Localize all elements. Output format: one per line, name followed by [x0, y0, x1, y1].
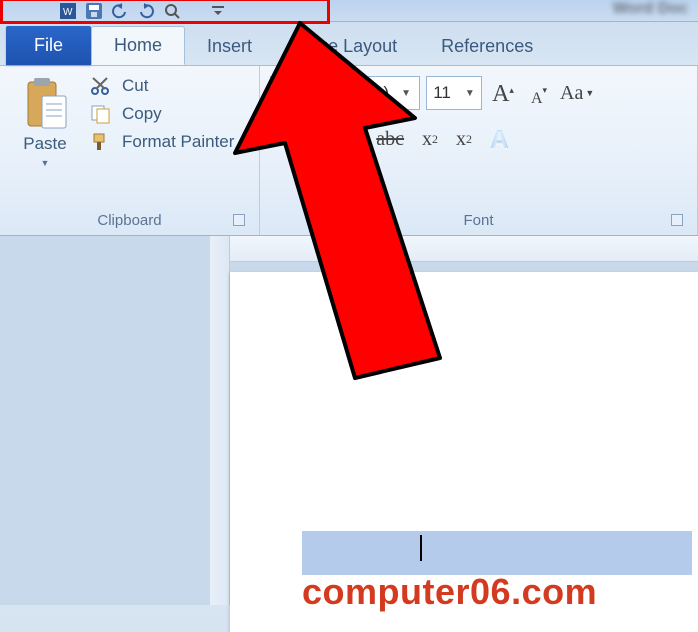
- font-size-value: 11: [433, 83, 451, 103]
- group-font: Body) ▼ 11 ▼ A▴ A▾ Aa▼ B I: [260, 66, 698, 235]
- font-size-select[interactable]: 11 ▼: [426, 76, 482, 110]
- ribbon: Paste ▼ Cut Copy: [0, 66, 698, 236]
- font-name-value: Body): [345, 83, 389, 103]
- horizontal-ruler: [230, 236, 698, 262]
- group-clipboard: Paste ▼ Cut Copy: [0, 66, 260, 235]
- vertical-ruler: [210, 236, 230, 605]
- chevron-down-icon[interactable]: ▼: [41, 158, 50, 168]
- cut-label: Cut: [122, 76, 148, 96]
- save-icon[interactable]: [86, 3, 102, 19]
- format-painter-label: Format Painter: [122, 132, 234, 152]
- group-label-font: Font: [270, 208, 687, 235]
- copy-label: Copy: [122, 104, 162, 124]
- paste-icon: [22, 76, 68, 130]
- word-icon: W: [60, 3, 76, 19]
- chevron-down-icon: ▼: [401, 88, 411, 99]
- superscript-button[interactable]: x2: [456, 128, 472, 151]
- bold-button[interactable]: B: [270, 126, 286, 153]
- format-painter-button[interactable]: Format Painter: [90, 132, 234, 152]
- tab-page-layout[interactable]: Page Layout: [274, 28, 419, 65]
- paste-label: Paste: [23, 134, 66, 154]
- watermark-text: computer06.com: [302, 571, 597, 613]
- copy-icon: [90, 104, 112, 124]
- tab-file[interactable]: File: [6, 26, 91, 65]
- text-cursor: [420, 535, 422, 561]
- copy-button[interactable]: Copy: [90, 104, 234, 124]
- ribbon-tabs: File Home Insert Page Layout References: [0, 22, 698, 66]
- customize-qat-icon[interactable]: [210, 3, 226, 19]
- subscript-button[interactable]: x2: [422, 128, 438, 151]
- cut-button[interactable]: Cut: [90, 76, 234, 96]
- underline-button[interactable]: U▼: [330, 126, 358, 153]
- paintbrush-icon: [90, 132, 112, 152]
- tab-references[interactable]: References: [419, 28, 555, 65]
- chevron-down-icon: ▼: [465, 88, 475, 99]
- grow-font-button[interactable]: A▴: [488, 78, 518, 108]
- scissors-icon: [90, 76, 112, 96]
- tab-insert[interactable]: Insert: [185, 28, 274, 65]
- font-name-select[interactable]: Body) ▼: [270, 76, 420, 110]
- undo-icon[interactable]: [112, 3, 128, 19]
- tab-home[interactable]: Home: [91, 26, 185, 65]
- redo-icon[interactable]: [138, 3, 154, 19]
- svg-text:W: W: [63, 7, 73, 18]
- strikethrough-button[interactable]: abc: [376, 128, 404, 151]
- shrink-font-button[interactable]: A▾: [524, 78, 554, 108]
- watermark-bar: [302, 531, 692, 575]
- text-effects-button[interactable]: A: [490, 124, 509, 155]
- group-label-clipboard: Clipboard: [10, 208, 249, 235]
- italic-button[interactable]: I: [304, 126, 312, 153]
- paste-button[interactable]: Paste ▼: [10, 72, 80, 168]
- zoom-icon[interactable]: [164, 3, 180, 19]
- change-case-button[interactable]: Aa▼: [560, 82, 594, 105]
- window-title-blur: Word Doc: [613, 0, 688, 18]
- quick-access-toolbar: W: [0, 0, 698, 22]
